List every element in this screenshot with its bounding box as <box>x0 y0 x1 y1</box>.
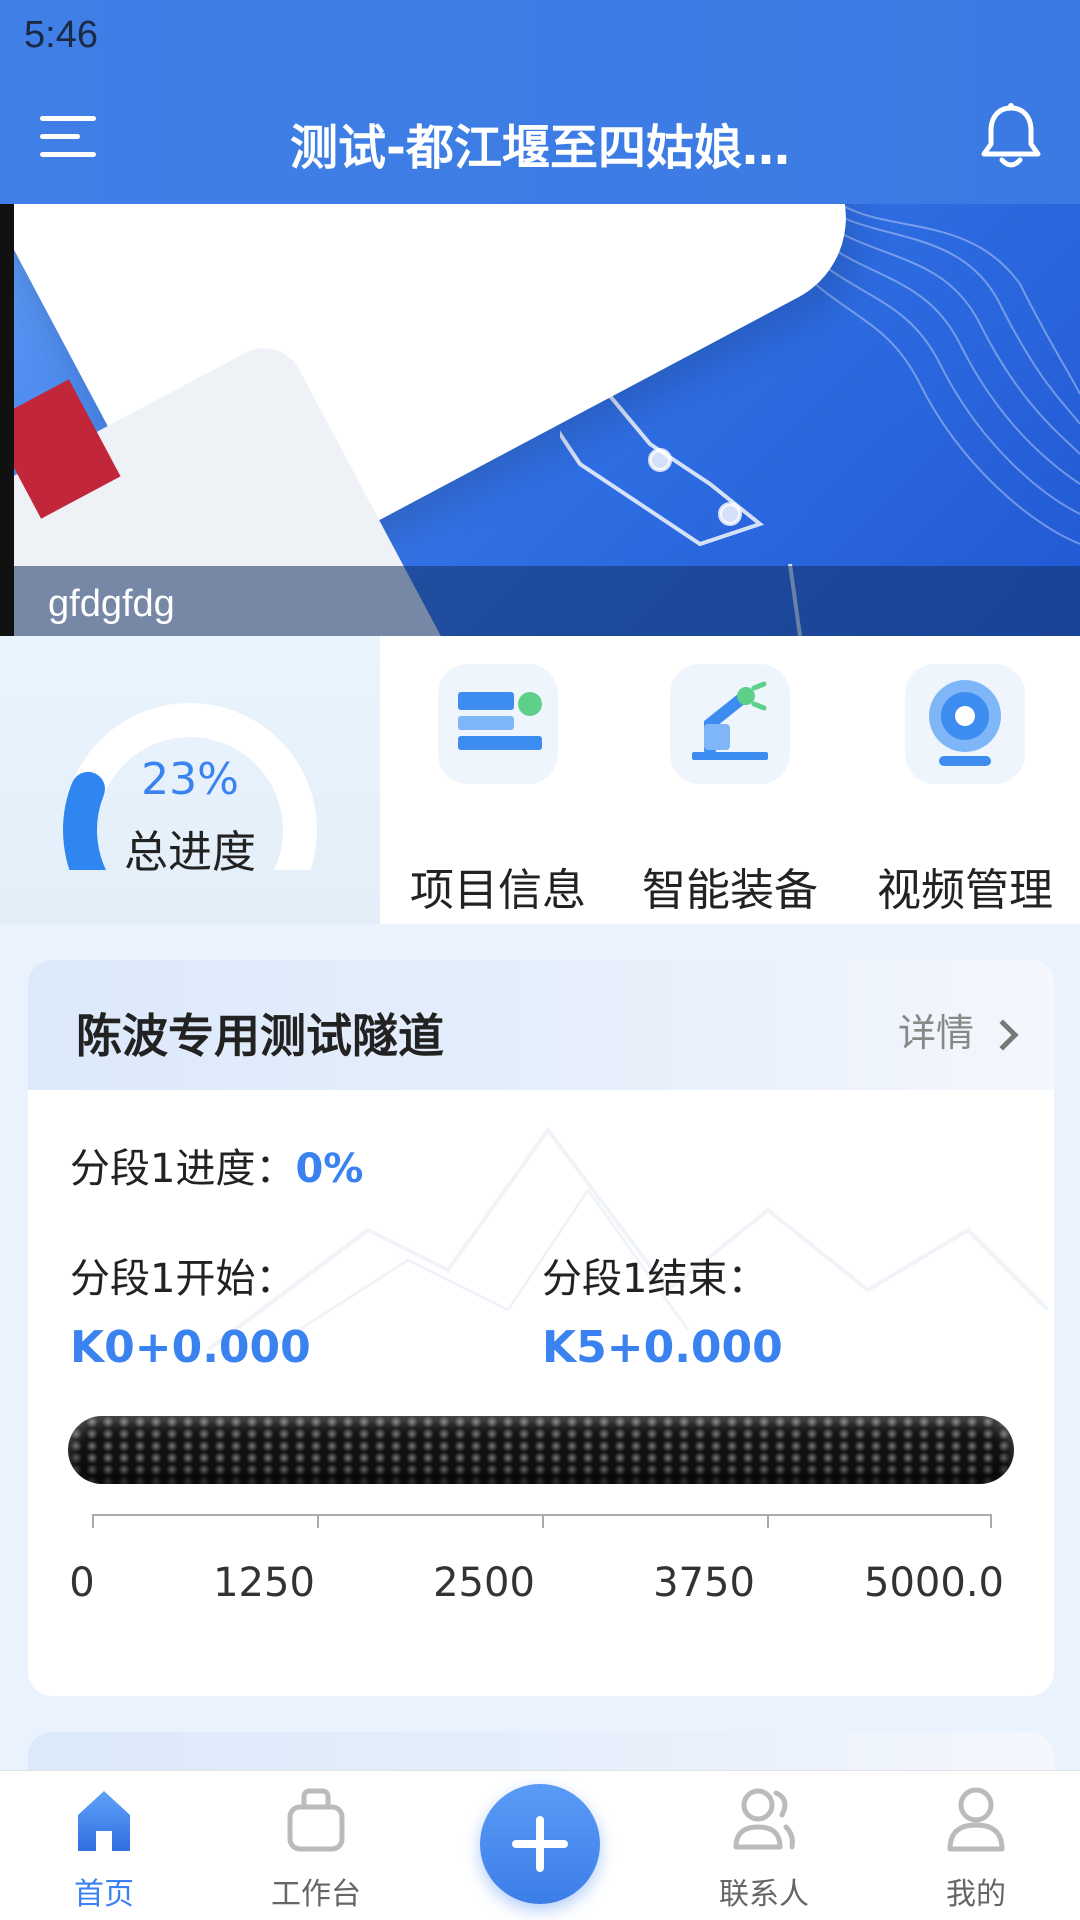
quick-action-label: 视频管理 <box>877 865 1053 916</box>
progress-label: 总进度 <box>124 827 256 878</box>
camera-icon <box>905 664 1025 784</box>
nav-workbench[interactable]: 工作台 <box>236 1771 396 1920</box>
mileage-scale <box>92 1514 992 1534</box>
segment-end-value: K5+0.000 <box>542 1322 783 1373</box>
scale-label: 1250 <box>213 1560 315 1606</box>
quick-action-video-management[interactable]: 视频管理 <box>865 664 1065 916</box>
card-title: 陈波专用测试隧道 <box>76 1009 444 1063</box>
nav-label: 工作台 <box>271 1877 361 1912</box>
top-app-bar: 5:46 测试-都江堰至四姑娘… <box>0 0 1080 204</box>
quick-actions-row: 23% 总进度 项目信息 智能装备 视频管理 <box>0 636 1080 924</box>
page-title[interactable]: 测试-都江堰至四姑娘… <box>150 108 930 178</box>
scale-label: 0 <box>69 1560 95 1606</box>
robot-arm-icon <box>670 664 790 784</box>
quick-action-label: 项目信息 <box>410 865 586 916</box>
status-time: 5:46 <box>24 14 98 56</box>
bell-icon <box>981 103 1041 168</box>
scale-label: 2500 <box>433 1560 535 1606</box>
nav-label: 首页 <box>74 1877 134 1912</box>
project-info-icon <box>438 664 558 784</box>
menu-icon <box>40 116 96 121</box>
nav-contacts[interactable]: 联系人 <box>684 1771 844 1920</box>
contacts-icon <box>733 1788 795 1850</box>
notification-button[interactable] <box>978 102 1044 172</box>
add-button[interactable] <box>480 1784 600 1904</box>
total-progress-panel[interactable]: 23% 总进度 <box>0 636 380 924</box>
briefcase-icon <box>287 1788 345 1852</box>
nav-label: 联系人 <box>719 1877 809 1912</box>
scale-label: 5000.0 <box>864 1560 1004 1606</box>
quick-action-label: 智能装备 <box>642 865 818 916</box>
nav-profile[interactable]: 我的 <box>896 1771 1056 1920</box>
quick-action-project-info[interactable]: 项目信息 <box>398 664 598 916</box>
progress-value: 23% <box>141 754 239 805</box>
banner-caption: gfdgfdg <box>48 583 175 625</box>
tunnel-card: 陈波专用测试隧道 详情 分段1进度：0% 分段1开始： 分段1结束： K0+0.… <box>28 960 1054 1696</box>
segment-progress-value: 0% <box>295 1146 364 1192</box>
segment-start-value: K0+0.000 <box>70 1322 311 1373</box>
segment-progress: 分段1进度：0% <box>70 1146 364 1192</box>
segment-start-label: 分段1开始： <box>70 1256 296 1302</box>
nav-label: 我的 <box>946 1877 1006 1912</box>
card-header: 陈波专用测试隧道 详情 <box>28 960 1054 1090</box>
details-link[interactable]: 详情 <box>898 1002 1019 1057</box>
segment-end-label: 分段1结束： <box>542 1256 768 1302</box>
chevron-right-icon <box>987 1019 1019 1051</box>
home-icon <box>78 1791 130 1851</box>
menu-button[interactable] <box>40 112 100 160</box>
banner-carousel[interactable]: gfdgfdg <box>0 204 1080 636</box>
nav-home[interactable]: 首页 <box>24 1771 184 1920</box>
user-icon <box>947 1787 1005 1852</box>
scale-label: 3750 <box>653 1560 755 1606</box>
tunnel-progress-bar <box>68 1416 1014 1484</box>
quick-action-smart-equipment[interactable]: 智能装备 <box>630 664 830 916</box>
